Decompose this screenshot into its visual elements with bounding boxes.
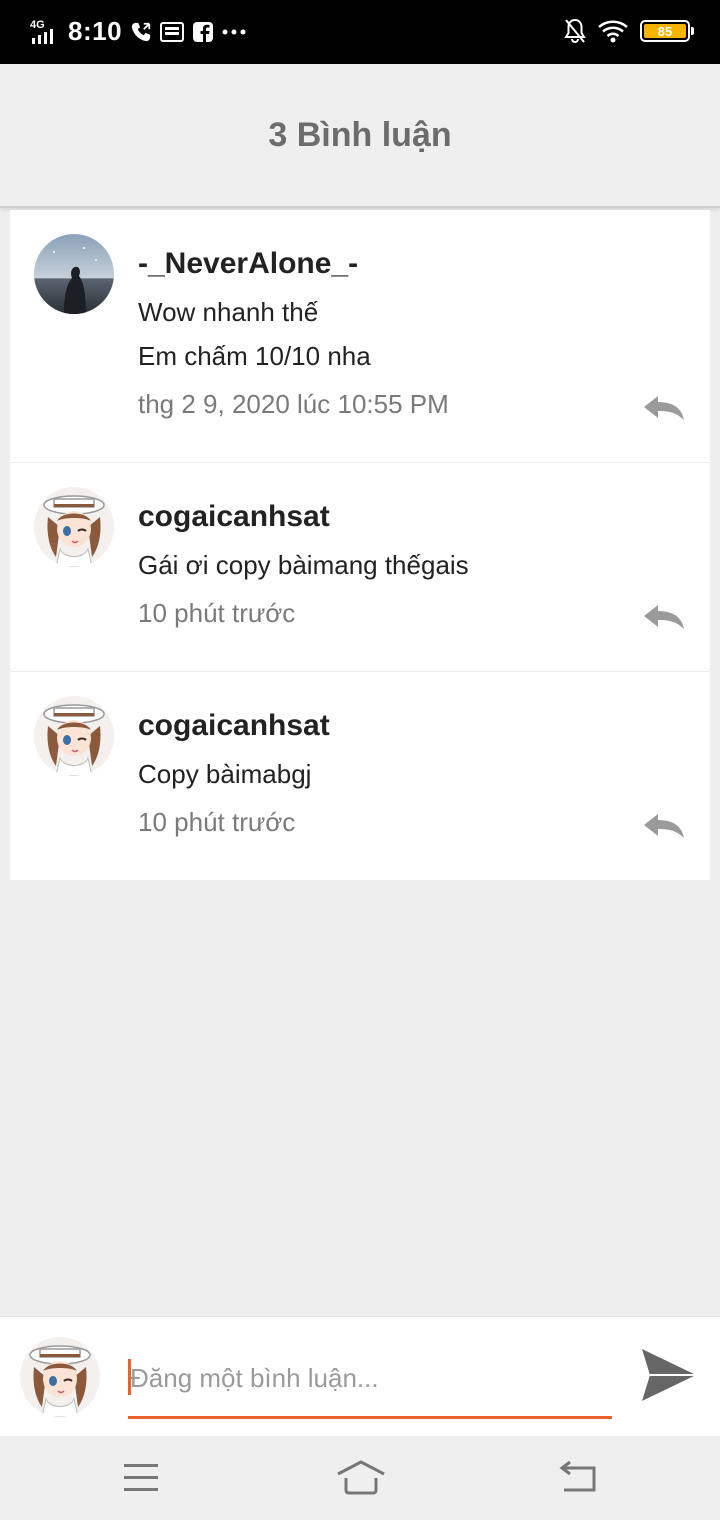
avatar[interactable]	[34, 234, 114, 314]
avatar-image: ♡	[34, 487, 114, 567]
page-title: 3 Bình luận	[268, 115, 452, 154]
avatar[interactable]: ♡	[34, 696, 114, 776]
signal-icon: 4G	[30, 19, 53, 44]
comment-time: thg 2 9, 2020 lúc 10:55 PM	[138, 389, 449, 419]
svg-text:♡: ♡	[50, 542, 57, 551]
comment-input[interactable]	[128, 1351, 612, 1405]
clock: 8:10	[68, 16, 123, 46]
comment-text: Em chấm 10/10 nha	[138, 341, 371, 371]
comment-author[interactable]: -_NeverAlone_-	[138, 244, 640, 284]
home-icon[interactable]	[336, 1458, 386, 1498]
facebook-icon	[193, 21, 214, 42]
comment-author[interactable]: cogaicanhsat	[138, 706, 640, 746]
comment-item: ♡ cogaicanhsat Copy bàimabgj 10 phút trư…	[10, 672, 710, 880]
wifi-icon	[598, 20, 628, 43]
avatar-image	[20, 1337, 100, 1417]
svg-text:♡: ♡	[50, 751, 57, 760]
comments-header: 3 Bình luận	[0, 64, 720, 208]
comment-content: -_NeverAlone_- Wow nhanh thế Em chấm 10/…	[10, 210, 710, 462]
comment-text: Copy bàimabgj	[138, 759, 312, 789]
comment-item: -_NeverAlone_- Wow nhanh thế Em chấm 10/…	[10, 210, 710, 463]
comment-item: ♡ cogaicanhsat Gái ơi copy bàimang thếga…	[10, 463, 710, 672]
mute-icon	[564, 18, 586, 44]
reply-icon[interactable]	[642, 394, 686, 422]
comment-list: -_NeverAlone_- Wow nhanh thế Em chấm 10/…	[10, 210, 710, 880]
svg-text:4G: 4G	[30, 19, 45, 31]
comment-composer	[0, 1316, 720, 1436]
reply-icon[interactable]	[642, 812, 686, 840]
comment-content: cogaicanhsat Copy bàimabgj 10 phút trước	[10, 672, 710, 880]
reply-icon[interactable]	[642, 603, 686, 631]
avatar-image	[34, 234, 114, 314]
back-icon[interactable]	[558, 1458, 602, 1498]
status-left: 4G 8:10	[30, 16, 246, 47]
comment-author[interactable]: cogaicanhsat	[138, 497, 640, 537]
battery-level: 85	[644, 24, 686, 39]
status-right: 85	[564, 18, 694, 44]
text-cursor	[128, 1359, 131, 1395]
comment-input-wrapper	[128, 1351, 612, 1419]
send-icon[interactable]	[640, 1347, 698, 1403]
current-user-avatar	[20, 1337, 100, 1417]
comment-text: Gái ơi copy bàimang thếgais	[138, 550, 469, 580]
call-icon	[131, 22, 151, 41]
more-icon	[222, 29, 246, 34]
message-icon	[160, 21, 185, 42]
menu-icon[interactable]	[120, 1458, 164, 1498]
comment-time: 10 phút trước	[138, 598, 296, 628]
battery-icon: 85	[640, 20, 694, 42]
status-bar: 4G 8:10 85	[0, 0, 720, 64]
comment-text: Wow nhanh thế	[138, 297, 319, 327]
comment-content: cogaicanhsat Gái ơi copy bàimang thếgais…	[10, 463, 710, 671]
avatar-image: ♡	[34, 696, 114, 776]
comment-time: 10 phút trước	[138, 807, 296, 837]
system-nav-bar	[0, 1436, 720, 1520]
avatar[interactable]: ♡	[34, 487, 114, 567]
